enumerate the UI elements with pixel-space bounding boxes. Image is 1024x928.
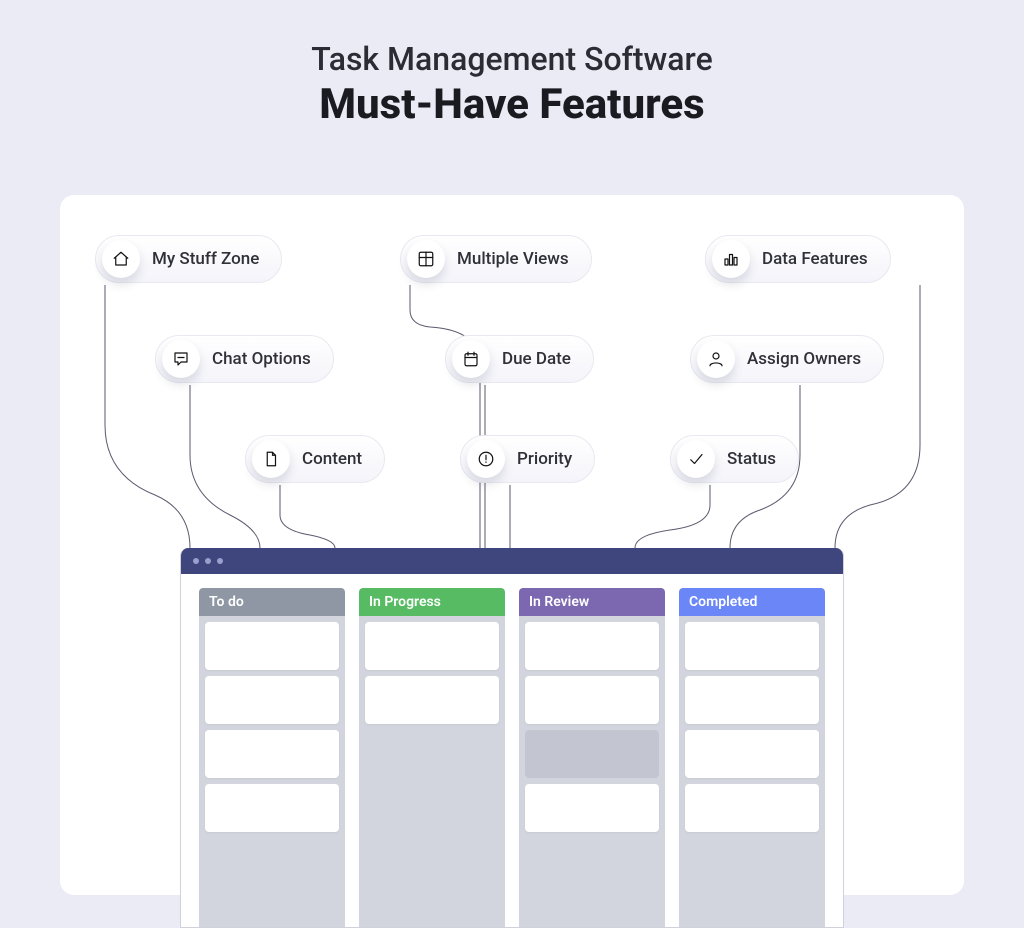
title-line-1: Task Management Software bbox=[0, 40, 1024, 78]
pill-my-stuff-zone: My Stuff Zone bbox=[95, 235, 282, 283]
pill-content: Content bbox=[245, 435, 385, 483]
chat-icon bbox=[162, 340, 200, 378]
pill-label: Data Features bbox=[762, 249, 868, 269]
main-panel: My Stuff Zone Multiple Views Data Featur… bbox=[60, 195, 964, 895]
pill-chat-options: Chat Options bbox=[155, 335, 334, 383]
column-body bbox=[199, 616, 345, 838]
pill-label: Chat Options bbox=[212, 349, 311, 369]
pill-status: Status bbox=[670, 435, 799, 483]
pill-label: Due Date bbox=[502, 349, 571, 369]
kanban-card bbox=[205, 730, 339, 778]
window-dot bbox=[205, 558, 211, 564]
pill-label: Multiple Views bbox=[457, 249, 569, 269]
pill-label: My Stuff Zone bbox=[152, 249, 259, 269]
kanban-card bbox=[525, 622, 659, 670]
column-header: Completed bbox=[679, 588, 825, 616]
kanban-card bbox=[365, 622, 499, 670]
browser-titlebar bbox=[181, 548, 843, 574]
kanban-card bbox=[205, 676, 339, 724]
pill-label: Status bbox=[727, 449, 776, 469]
pill-priority: Priority bbox=[460, 435, 595, 483]
kanban-card bbox=[365, 676, 499, 724]
document-icon bbox=[252, 440, 290, 478]
pill-label: Content bbox=[302, 449, 362, 469]
check-icon bbox=[677, 440, 715, 478]
kanban-card bbox=[525, 676, 659, 724]
kanban-column: Completed bbox=[679, 588, 825, 927]
kanban-card bbox=[685, 676, 819, 724]
pill-label: Priority bbox=[517, 449, 572, 469]
kanban-card bbox=[525, 784, 659, 832]
pill-data-features: Data Features bbox=[705, 235, 891, 283]
kanban-column: To do bbox=[199, 588, 345, 927]
chart-icon bbox=[712, 240, 750, 278]
kanban-card bbox=[205, 622, 339, 670]
window-dot bbox=[217, 558, 223, 564]
title-line-2: Must-Have Features bbox=[0, 80, 1024, 129]
kanban-board: To do In Progress In Review Completed bbox=[181, 574, 843, 927]
home-icon bbox=[102, 240, 140, 278]
page-title: Task Management Software Must-Have Featu… bbox=[0, 0, 1024, 129]
kanban-column: In Review bbox=[519, 588, 665, 927]
kanban-card bbox=[205, 784, 339, 832]
pill-assign-owners: Assign Owners bbox=[690, 335, 884, 383]
pill-label: Assign Owners bbox=[747, 349, 861, 369]
browser-window: To do In Progress In Review Completed bbox=[180, 548, 844, 928]
calendar-icon bbox=[452, 340, 490, 378]
window-dot bbox=[193, 558, 199, 564]
grid-icon bbox=[407, 240, 445, 278]
kanban-card bbox=[525, 730, 659, 778]
column-header: In Progress bbox=[359, 588, 505, 616]
user-icon bbox=[697, 340, 735, 378]
column-header: To do bbox=[199, 588, 345, 616]
alert-icon bbox=[467, 440, 505, 478]
column-body bbox=[519, 616, 665, 838]
kanban-column: In Progress bbox=[359, 588, 505, 927]
kanban-card bbox=[685, 622, 819, 670]
pill-multiple-views: Multiple Views bbox=[400, 235, 592, 283]
pill-due-date: Due Date bbox=[445, 335, 594, 383]
kanban-card bbox=[685, 784, 819, 832]
column-body bbox=[359, 616, 505, 730]
column-header: In Review bbox=[519, 588, 665, 616]
column-body bbox=[679, 616, 825, 838]
kanban-card bbox=[685, 730, 819, 778]
